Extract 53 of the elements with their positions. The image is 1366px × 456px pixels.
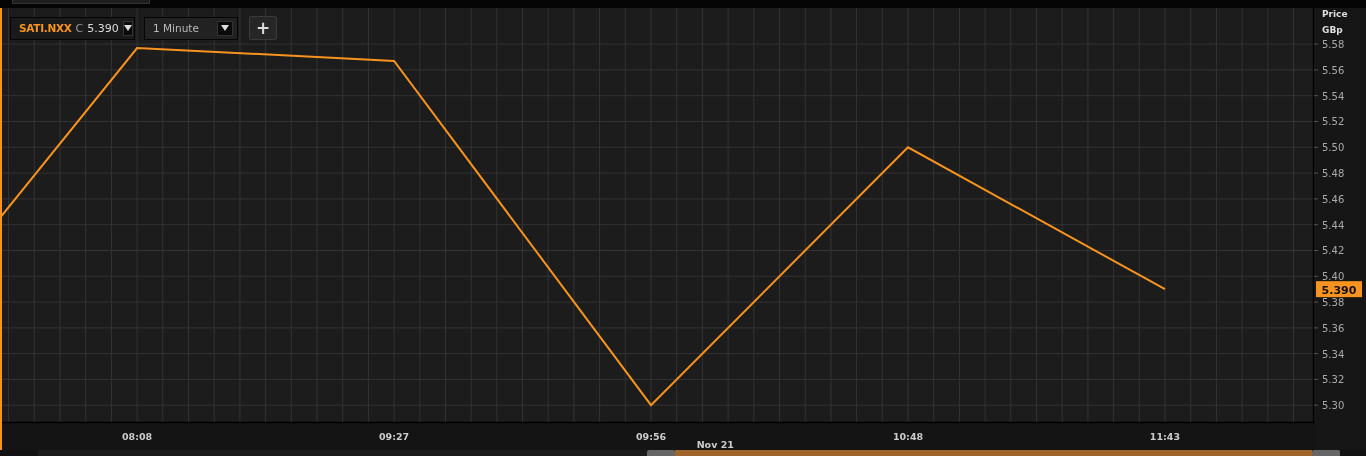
price-tick-label: 5.44: [1322, 219, 1345, 231]
dropdown-button[interactable]: [122, 20, 133, 36]
date-label: Nov 21: [696, 439, 734, 450]
symbol-selector[interactable]: SATI.NXX C 5.390: [10, 16, 135, 40]
symbol-label: SATI.NXX: [19, 22, 72, 34]
tick-mark: [1313, 198, 1319, 200]
unit-label: GBp: [1322, 25, 1343, 35]
tick-mark: [1313, 172, 1319, 174]
time-tick-label: 11:43: [1149, 431, 1181, 442]
tick-mark: [1313, 275, 1319, 277]
time-tick-label: 08:08: [121, 431, 153, 442]
price-tick-label: 5.34: [1322, 348, 1345, 360]
price-tick-label: 5.40: [1322, 271, 1345, 283]
current-price-badge: 5.390: [1316, 281, 1362, 298]
time-tick-label: 09:56: [635, 431, 667, 442]
tick-mark: [1313, 404, 1319, 406]
price-tick-label: 5.30: [1322, 400, 1345, 412]
interval-label: 1 Minute: [153, 22, 199, 34]
add-button[interactable]: +: [249, 16, 277, 40]
tick-mark: [1313, 327, 1319, 329]
price-tick-label: 5.46: [1322, 193, 1345, 205]
time-tick-label: 09:27: [378, 431, 410, 442]
tick-mark: [1313, 224, 1319, 226]
navigator-handle[interactable]: [647, 450, 675, 456]
price-tick-label: 5.54: [1322, 90, 1345, 102]
price-tick-label: 5.38: [1322, 297, 1345, 309]
price-tick-label: 5.42: [1322, 245, 1345, 257]
tick-mark: [1313, 146, 1319, 148]
tick-mark: [1313, 121, 1319, 122]
tick-mark: [1313, 250, 1319, 251]
navigator-range[interactable]: [675, 450, 1312, 456]
tick-mark: [1313, 301, 1319, 303]
price-tick-label: 5.48: [1322, 168, 1345, 180]
time-tick-label: 10:48: [892, 431, 924, 442]
interval-dropdown[interactable]: 1 Minute: [144, 16, 238, 40]
caret-icon: [221, 25, 229, 31]
dropdown-button[interactable]: [217, 20, 233, 36]
price-tick-label: 5.36: [1322, 322, 1345, 334]
navigator-handle[interactable]: [1312, 450, 1340, 456]
price-tick-label: 5.50: [1322, 142, 1345, 154]
price-tick-label: 5.58: [1322, 39, 1345, 51]
axis-title: Price: [1322, 9, 1348, 19]
tick-mark: [1313, 43, 1319, 45]
tick-mark: [1313, 95, 1319, 97]
tick-mark: [1313, 69, 1319, 71]
tick-mark: [1313, 378, 1319, 380]
close-label: C: [75, 21, 84, 35]
price-tick-label: 5.52: [1322, 116, 1345, 128]
caret-icon: [123, 25, 132, 31]
price-tick-label: 5.32: [1322, 374, 1345, 386]
price-tick-label: 5.56: [1322, 64, 1345, 76]
close-value: 5.390: [87, 21, 119, 35]
tick-mark: [1313, 353, 1319, 355]
